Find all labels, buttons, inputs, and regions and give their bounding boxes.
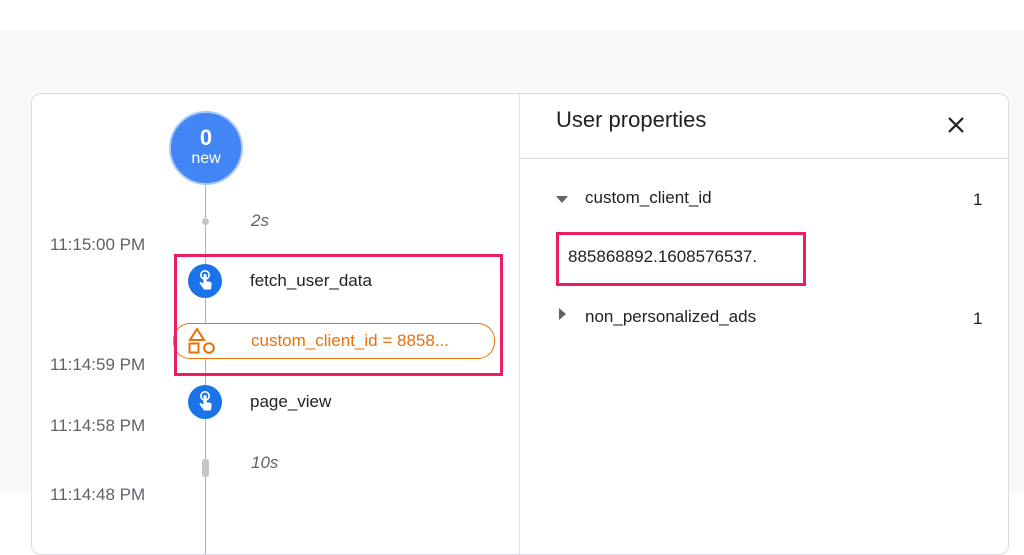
property-count: 1 [973,190,983,209]
new-events-counter[interactable]: 0 new [169,111,243,185]
property-count: 1 [973,309,983,328]
panel-header-divider [520,158,1008,159]
property-name-custom-client-id[interactable]: custom_client_id [585,188,712,208]
page-top-margin [0,0,1024,30]
panel-divider [519,94,520,554]
property-name-non-personalized-ads[interactable]: non_personalized_ads [585,307,756,327]
timeline-gap-marker [202,459,209,477]
timestamp: 11:14:58 PM [50,416,146,435]
event-page-view[interactable]: page_view [250,392,331,412]
caret-right-icon[interactable] [559,308,566,320]
touch-icon[interactable] [188,385,222,419]
debugview-card: 0 new 2s 11:15:00 PM fetch_user_data cus… [31,93,1009,555]
new-events-label: new [191,150,221,167]
time-gap-label: 10s [251,453,279,472]
highlight-box [556,232,806,286]
new-events-count: 0 [199,125,213,150]
timeline-dot [202,218,209,225]
highlight-box [174,254,503,376]
timestamp: 11:15:00 PM [50,235,146,254]
timestamp: 11:14:59 PM [50,355,146,374]
close-icon[interactable] [943,112,969,138]
timestamp: 11:14:48 PM [50,485,146,504]
caret-down-icon[interactable] [556,196,568,203]
panel-title: User properties [556,107,707,132]
time-gap-label: 2s [251,211,269,230]
